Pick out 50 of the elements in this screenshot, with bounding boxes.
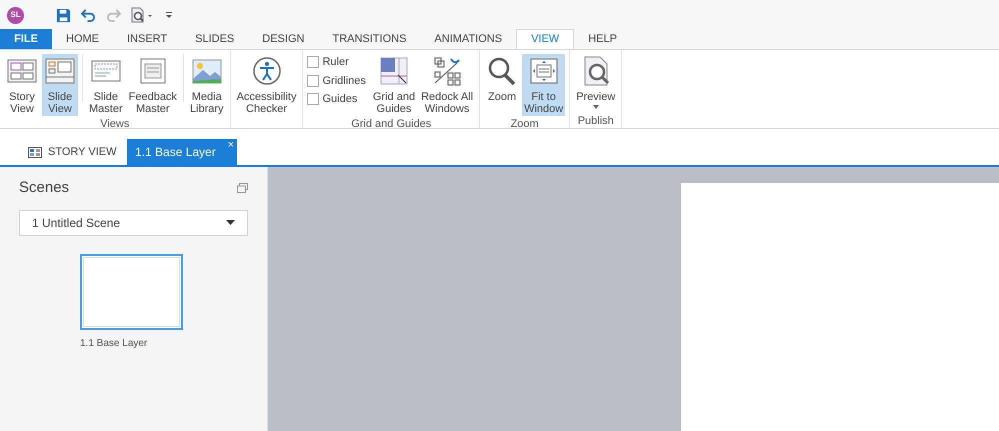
ribbon-button[interactable]: Preview (574, 54, 618, 110)
group-label: Grid and Guides (350, 117, 432, 131)
checkbox[interactable] (307, 56, 320, 68)
ribbon-button[interactable]: Zoom (484, 54, 520, 104)
ribbon-tab[interactable]: VIEW (516, 29, 574, 49)
ribbon-button[interactable]: Slide Master (87, 54, 125, 116)
slide-label: 1.1 Base Layer (80, 336, 148, 350)
checkbox[interactable] (307, 74, 320, 87)
ribbon-button[interactable]: Redock All Windows (419, 54, 476, 116)
ribbon-tab[interactable]: HELP (574, 29, 631, 49)
save-icon[interactable] (56, 8, 71, 22)
checkbox[interactable] (307, 93, 320, 106)
ribbon-button[interactable]: Media Library (188, 54, 226, 116)
tab-label: STORY VIEW (48, 144, 116, 160)
app-logo: SL (7, 6, 24, 24)
ribbon-tab[interactable]: DESIGN (248, 29, 318, 49)
group-label: Zoom (510, 117, 540, 131)
preview-icon[interactable] (131, 7, 155, 23)
checkbox-option[interactable]: Guides (307, 91, 366, 108)
document-tab[interactable]: STORY VIEW (20, 139, 127, 165)
ribbon-tab[interactable]: INSERT (113, 29, 182, 49)
checkbox-option[interactable]: Ruler (307, 54, 366, 70)
scene-dropdown[interactable]: 1 Untitled Scene (19, 210, 248, 236)
ribbon-button[interactable]: Fit to Window (522, 54, 566, 116)
checkbox-option[interactable]: Gridlines (307, 72, 366, 89)
ribbon-button[interactable]: Story View (4, 54, 40, 116)
window-restore-icon[interactable] (237, 183, 248, 194)
panel-title: Scenes (19, 178, 70, 198)
group-label: Publish (576, 114, 615, 128)
ribbon-button[interactable]: Slide View (42, 54, 78, 116)
ribbon-tab[interactable]: SLIDES (181, 29, 248, 49)
grid-icon (378, 55, 410, 87)
slide-thumbnail[interactable] (80, 254, 183, 330)
tab-label: 1.1 Base Layer (135, 144, 216, 161)
close-button[interactable]: × (228, 139, 234, 151)
ribbon-tab[interactable]: ANIMATIONS (420, 29, 516, 49)
ribbon-button[interactable]: Accessibility Checker (234, 54, 298, 116)
ribbon-tab[interactable]: HOME (52, 29, 113, 49)
accessibility-icon (250, 55, 283, 87)
ribbon-button[interactable]: Feedback Master (126, 54, 179, 116)
storyboard-icon (28, 146, 42, 158)
ribbon-tab[interactable]: TRANSITIONS (318, 29, 420, 49)
ribbon-tab[interactable]: FILE (0, 29, 52, 49)
document-tab[interactable]: 1.1 Base Layer × (127, 139, 237, 165)
undo-icon[interactable] (81, 8, 96, 22)
customize-menu-icon[interactable] (165, 11, 173, 19)
caret-icon (226, 220, 235, 225)
redo-icon[interactable] (106, 8, 121, 22)
group-label: Views (99, 117, 130, 131)
ribbon-button[interactable]: Grid and Guides (370, 54, 418, 116)
